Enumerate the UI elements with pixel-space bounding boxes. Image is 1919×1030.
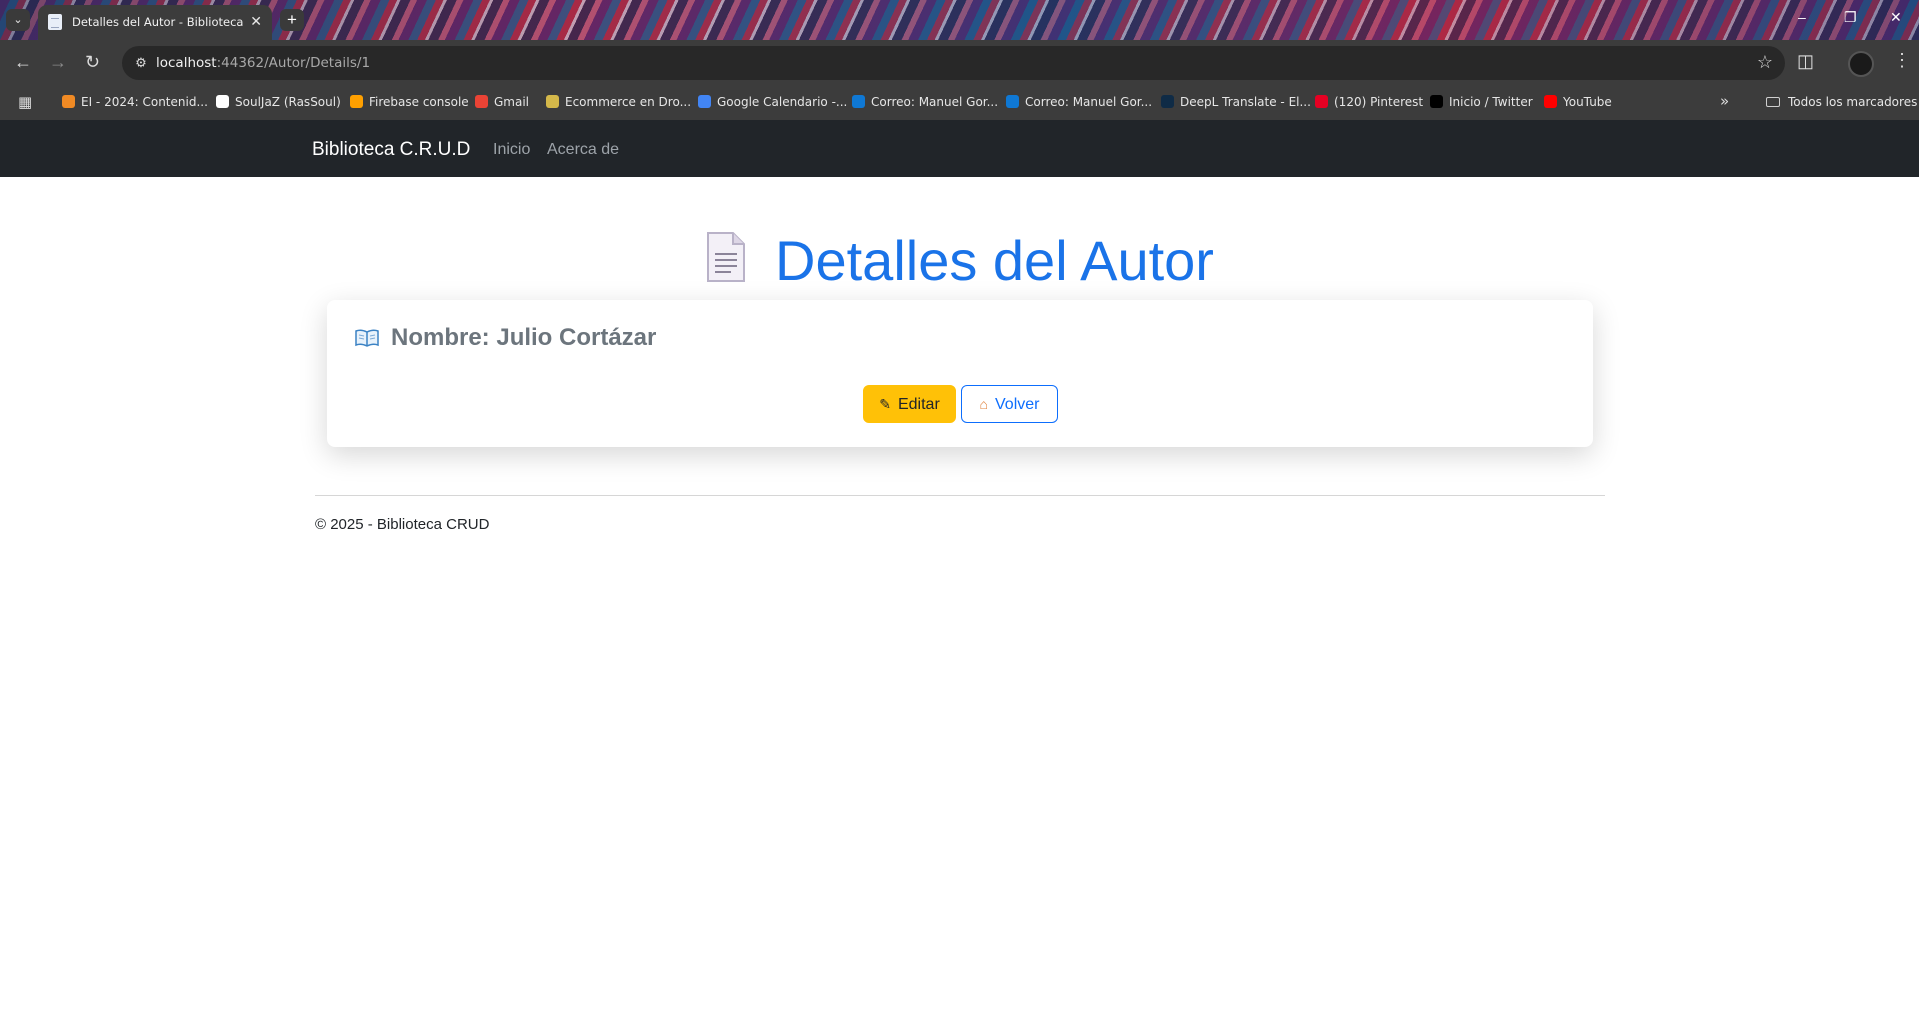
bookmark-label: (120) Pinterest [1334,95,1424,109]
footer-divider [315,495,1605,496]
bookmark-item[interactable]: Correo: Manuel Gor... [852,95,998,109]
page-title-text: Detalles del Autor [775,229,1214,292]
open-book-icon [355,326,379,347]
bookmark-item[interactable]: (120) Pinterest [1315,95,1423,109]
bookmark-item[interactable]: Ecommerce en Dro... [546,95,691,109]
bookmark-favicon-icon [546,95,559,108]
nav-link-inicio[interactable]: Inicio [493,141,530,159]
bookmark-item[interactable]: Google Calendario -... [698,95,847,109]
all-bookmarks-folder[interactable]: Todos los marcadores [1766,95,1917,109]
extensions-puzzle-icon[interactable]: ◫ [1797,51,1814,72]
bookmark-item[interactable]: DeepL Translate - El... [1161,95,1311,109]
profile-avatar[interactable] [1848,51,1874,77]
bookmark-label: Inicio / Twitter [1449,95,1533,109]
url-host: localhost [156,55,217,71]
bookmark-item[interactable]: SoulJaZ (RasSoul) [216,95,341,109]
document-icon [705,230,747,284]
minimize-icon[interactable]: – [1798,9,1806,25]
back-button-label: Volver [995,396,1040,413]
new-tab-button[interactable]: + [280,9,304,31]
bookmark-label: DeepL Translate - El... [1180,95,1311,109]
reload-icon[interactable]: ↻ [85,52,100,72]
author-name-text: Nombre: Julio Cortázar [391,324,657,351]
bookmark-label: YouTube [1563,95,1612,109]
bookmark-item[interactable]: EI - 2024: Contenid... [62,95,208,109]
app-navbar: Biblioteca C.R.U.D Inicio Acerca de [0,120,1919,177]
pencil-icon: ✎ [879,396,891,412]
bookmark-label: Ecommerce en Dro... [565,95,692,109]
page-title: Detalles del Autor [0,228,1919,293]
bookmark-favicon-icon [698,95,711,108]
bookmark-label: Gmail [494,95,530,109]
back-button[interactable]: ⌂ Volver [961,385,1058,423]
bookmark-favicon-icon [1006,95,1019,108]
bookmark-item[interactable]: Firebase console [350,95,469,109]
edit-button-label: Editar [897,396,940,413]
bookmark-favicon-icon [1544,95,1557,108]
bookmark-label: EI - 2024: Contenid... [81,95,208,109]
bookmark-label: Firebase console [369,95,469,109]
site-settings-icon[interactable]: ⚙ [132,54,150,72]
bookmark-favicon-icon [1315,95,1328,108]
browser-tabstrip: ⌄ Detalles del Autor - Biblioteca ✕ + – … [0,0,1919,40]
page-favicon-icon [48,14,62,30]
browser-tab-active[interactable]: Detalles del Autor - Biblioteca ✕ [38,5,272,40]
author-details-card: Nombre: Julio Cortázar ✎ Editar ⌂ Volver [327,300,1593,447]
back-arrow-icon[interactable]: ← [14,52,32,72]
bookmark-favicon-icon [216,95,229,108]
bookmark-item[interactable]: Inicio / Twitter [1430,95,1533,109]
all-bookmarks-label: Todos los marcadores [1788,95,1918,109]
bookmark-star-icon[interactable]: ☆ [1757,52,1773,73]
bookmark-item[interactable]: Correo: Manuel Gor... [1006,95,1152,109]
url-path: :44362/Autor/Details/1 [216,55,371,71]
forward-arrow-icon[interactable]: → [49,52,67,72]
bookmark-favicon-icon [350,95,363,108]
bookmark-item[interactable]: Gmail [475,95,529,109]
tab-close-icon[interactable]: ✕ [250,13,262,30]
tab-title: Detalles del Autor - Biblioteca [72,15,244,29]
browser-toolbar: ← → ↻ ⚙ localhost:44362/Autor/Details/1 … [0,40,1919,86]
bookmark-label: Correo: Manuel Gor... [871,95,999,109]
bookmark-label: Correo: Manuel Gor... [1025,95,1153,109]
more-bookmarks-icon[interactable]: » [1720,92,1729,110]
url-text: localhost:44362/Autor/Details/1 [156,55,370,71]
nav-link-acerca-de[interactable]: Acerca de [547,141,619,159]
address-bar[interactable]: ⚙ localhost:44362/Autor/Details/1 ☆ [122,46,1785,80]
bookmark-favicon-icon [62,95,75,108]
navbar-brand[interactable]: Biblioteca C.R.U.D [312,139,470,161]
browser-menu-icon[interactable]: ⋮ [1893,50,1911,71]
footer-copyright: © 2025 - Biblioteca CRUD [315,516,490,533]
bookmark-label: SoulJaZ (RasSoul) [235,95,341,109]
restore-icon[interactable]: ❐ [1844,9,1857,26]
window-close-icon[interactable]: ✕ [1890,9,1902,26]
bookmark-favicon-icon [1161,95,1174,108]
bookmark-item[interactable]: YouTube [1544,95,1612,109]
edit-button[interactable]: ✎ Editar [863,385,956,423]
folder-icon [1766,97,1780,107]
bookmark-favicon-icon [1430,95,1443,108]
bookmarks-bar: ▦ EI - 2024: Contenid... SoulJaZ (RasSoul… [0,86,1919,120]
home-icon: ⌂ [979,396,988,412]
bookmark-label: Google Calendario -... [717,95,848,109]
author-name-line: Nombre: Julio Cortázar [355,324,656,352]
bookmark-favicon-icon [852,95,865,108]
bookmark-favicon-icon [475,95,488,108]
tab-search-button[interactable]: ⌄ [6,9,30,31]
apps-grid-icon[interactable]: ▦ [18,93,32,111]
